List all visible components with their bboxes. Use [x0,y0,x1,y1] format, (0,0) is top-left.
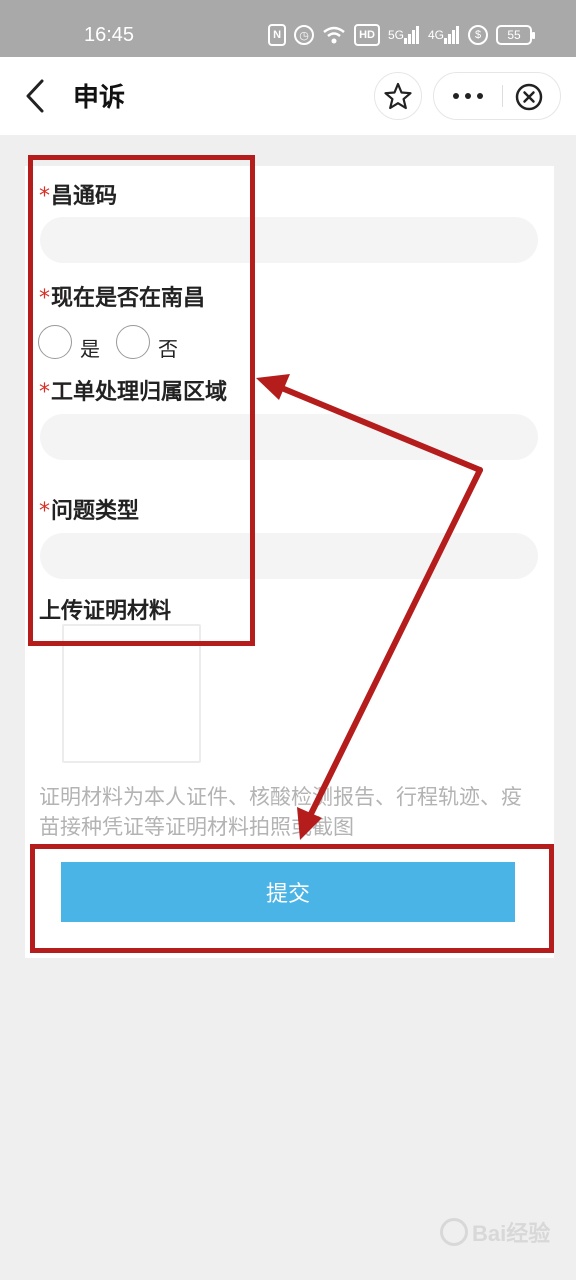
annotation-arrow-line [269,381,483,473]
paw-icon [440,1218,468,1246]
watermark: Bai经验 [440,1216,550,1248]
annotation-arrows [256,374,483,840]
watermark-text: Bai经验 [472,1221,551,1246]
annotation-arrow-line [304,467,483,825]
